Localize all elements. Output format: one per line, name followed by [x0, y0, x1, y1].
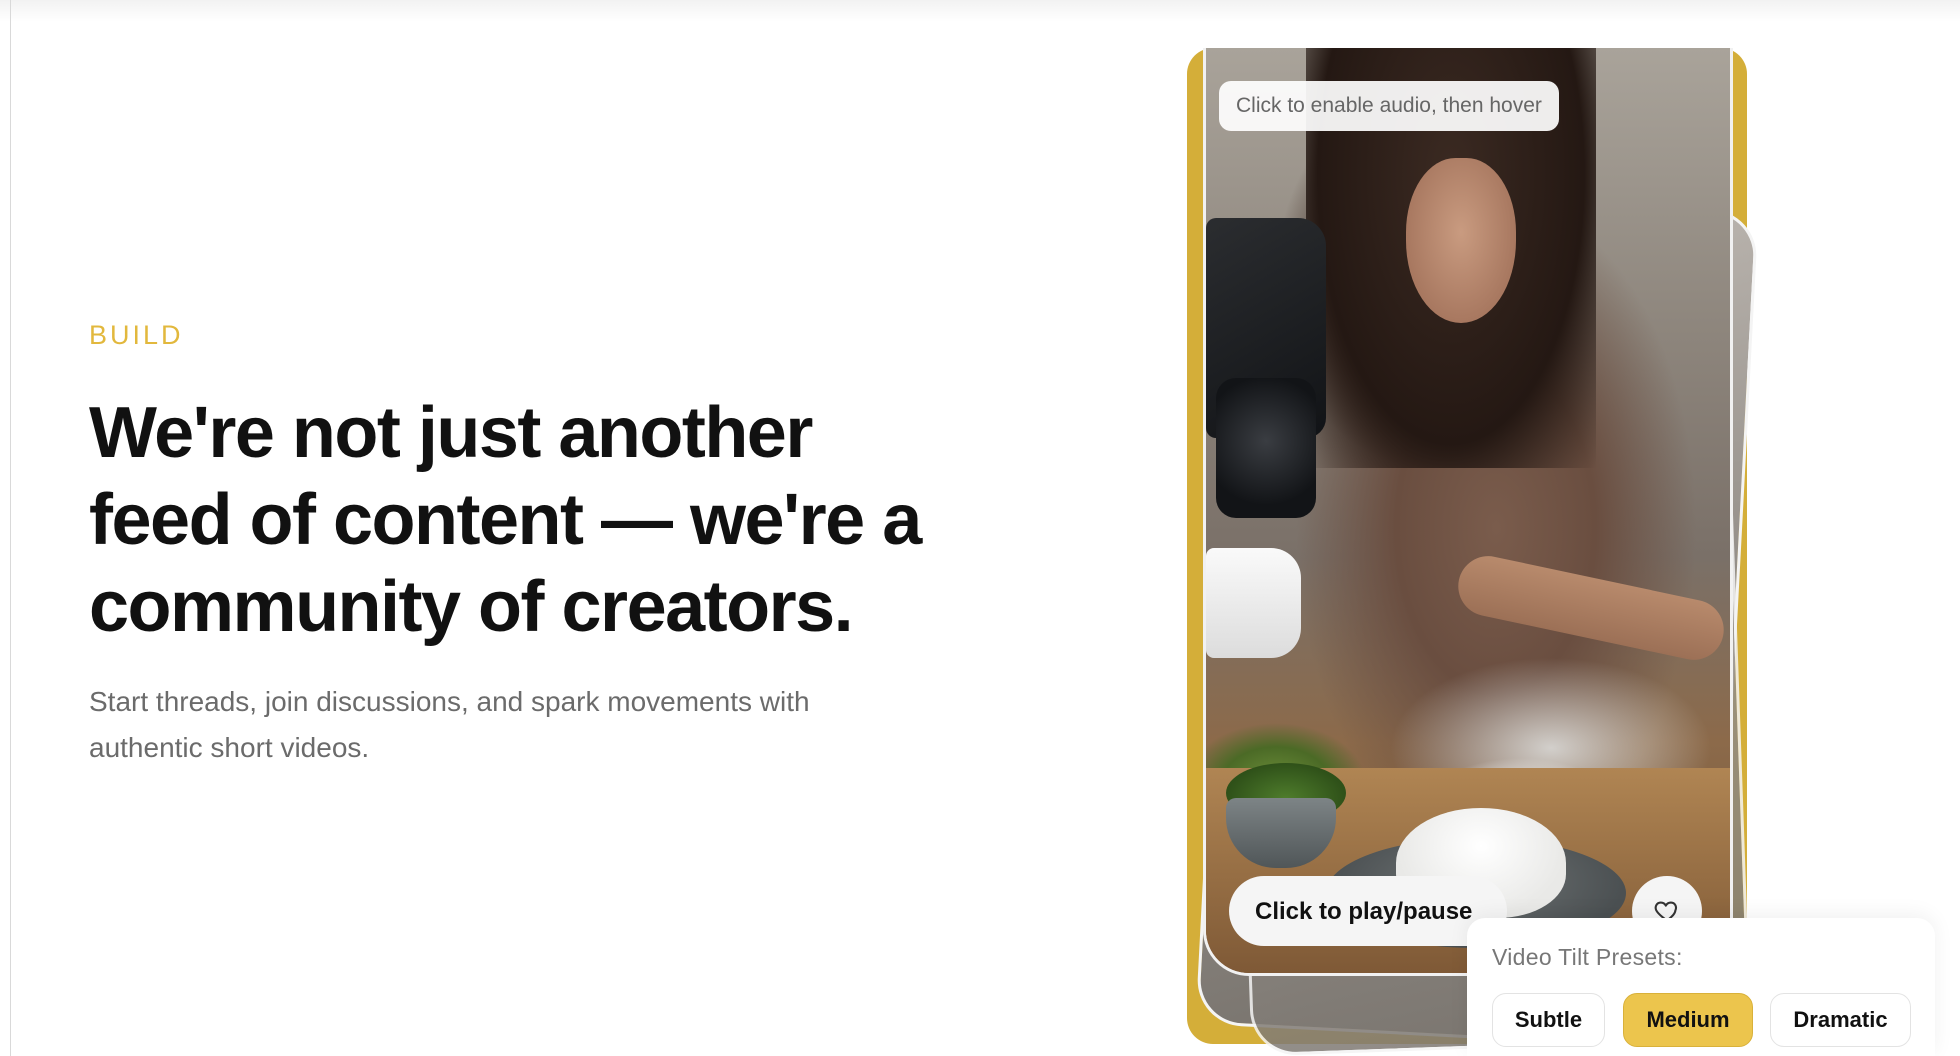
hero-section: BUILD We're not just another feed of con… — [89, 320, 989, 771]
tilt-presets-panel: Video Tilt Presets: Subtle Medium Dramat… — [1467, 918, 1935, 1056]
hero-headline: We're not just another feed of content —… — [89, 393, 922, 647]
top-shadow — [0, 0, 1960, 22]
video-scene-bottle — [1206, 548, 1301, 658]
video-scene-face — [1406, 158, 1516, 323]
left-divider — [10, 0, 11, 1056]
video-scene-camera-lens — [1216, 378, 1316, 518]
hero-subtext: Start threads, join discussions, and spa… — [89, 686, 810, 763]
preset-dramatic-button[interactable]: Dramatic — [1770, 993, 1911, 1047]
video-scene-arm — [1452, 550, 1730, 666]
page: BUILD We're not just another feed of con… — [0, 0, 1960, 1056]
preset-subtle-button[interactable]: Subtle — [1492, 993, 1605, 1047]
section-eyebrow: BUILD — [89, 320, 184, 350]
audio-hint-tooltip: Click to enable audio, then hover — [1219, 81, 1559, 131]
presets-title: Video Tilt Presets: — [1492, 944, 1683, 970]
play-pause-button[interactable]: Click to play/pause — [1229, 876, 1507, 946]
preset-medium-button[interactable]: Medium — [1623, 993, 1753, 1047]
video-player[interactable] — [1203, 48, 1733, 976]
